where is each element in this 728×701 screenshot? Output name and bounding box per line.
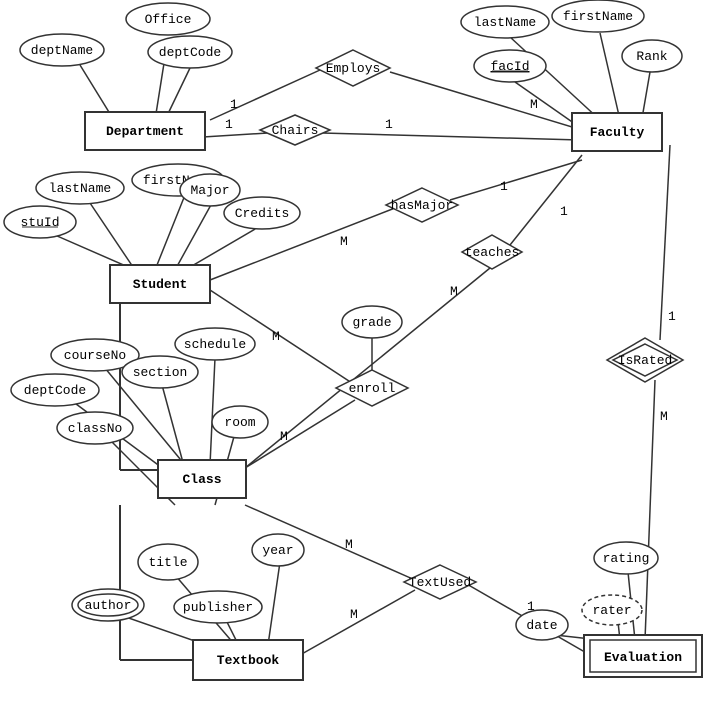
hasmajor-card-1: 1	[500, 179, 508, 194]
attr-credits-label: Credits	[235, 206, 290, 221]
attr-stuid-label: stuId	[20, 215, 59, 230]
attr-rank-label: Rank	[636, 49, 667, 64]
attr-deptname-label: deptName	[31, 43, 93, 58]
attr-classno-label: classNo	[68, 421, 123, 436]
attr-room-label: room	[224, 415, 255, 430]
attr-courseno-label: courseNo	[64, 348, 126, 363]
attr-schedule-label: schedule	[184, 337, 246, 352]
entity-class-label: Class	[182, 472, 221, 487]
attr-facid-label: facId	[490, 59, 529, 74]
attr-firstname-fac-label: firstName	[563, 9, 633, 24]
attr-year-label: year	[262, 543, 293, 558]
attr-lastname-fac-label: lastName	[474, 15, 536, 30]
attr-author-label: author	[85, 598, 132, 613]
textused-card-m1: M	[345, 537, 353, 552]
er-diagram: 1 M 1 1 M 1 1 M M M	[0, 0, 728, 701]
teaches-card-1: 1	[560, 204, 568, 219]
entity-evaluation-label: Evaluation	[604, 650, 682, 665]
attr-office-label: Office	[145, 12, 192, 27]
hasmajor-card-m: M	[340, 234, 348, 249]
attr-rater-label: rater	[592, 603, 631, 618]
entity-student-label: Student	[133, 277, 188, 292]
employs-cardinality-m: M	[530, 97, 538, 112]
rel-chairs-label: Chairs	[272, 123, 319, 138]
textused-card-m2: M	[350, 607, 358, 622]
attr-date-label: date	[526, 618, 557, 633]
attr-publisher-label: publisher	[183, 600, 253, 615]
employs-cardinality-1: 1	[230, 97, 238, 112]
entity-department-label: Department	[106, 124, 184, 139]
rel-israted-label: IsRated	[618, 353, 673, 368]
rel-employs-label: Employs	[326, 61, 381, 76]
rel-textused-label: TextUsed	[409, 575, 471, 590]
entity-faculty-label: Faculty	[590, 125, 645, 140]
attr-lastname-stu-label: lastName	[49, 181, 111, 196]
chairs-cardinality-1b: 1	[385, 117, 393, 132]
attr-title-label: title	[148, 555, 187, 570]
attr-deptcode-dept-label: deptCode	[159, 45, 221, 60]
israted-card-m: M	[660, 409, 668, 424]
enroll-card-m1: M	[272, 329, 280, 344]
israted-card-1: 1	[668, 309, 676, 324]
entity-textbook-label: Textbook	[217, 653, 280, 668]
chairs-cardinality-1a: 1	[225, 117, 233, 132]
attr-deptcode-class-label: deptCode	[24, 383, 86, 398]
rel-hasmajor-label: hasMajor	[391, 198, 453, 213]
attr-rating-label: rating	[603, 551, 650, 566]
rel-enroll-label: enroll	[349, 381, 396, 396]
attr-grade-label: grade	[352, 315, 391, 330]
attr-major-label: Major	[190, 183, 229, 198]
rel-teaches-label: teaches	[465, 245, 520, 260]
attr-section-label: section	[133, 365, 188, 380]
teaches-card-m: M	[450, 284, 458, 299]
enroll-card-m2: M	[280, 429, 288, 444]
